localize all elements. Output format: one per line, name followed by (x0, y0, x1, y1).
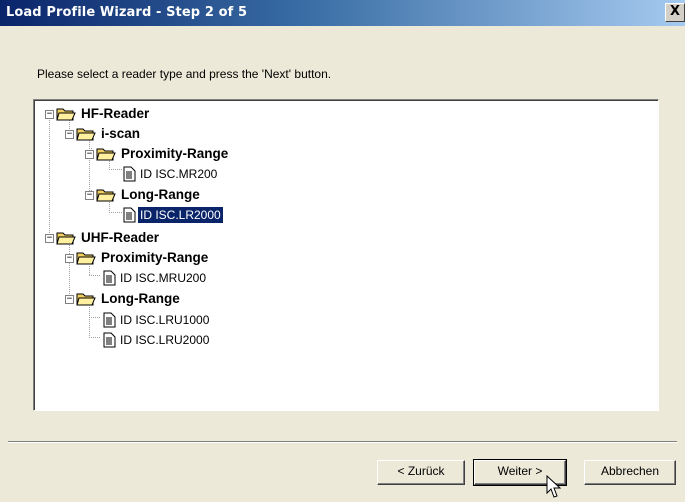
collapse-toggle[interactable]: − (65, 130, 74, 139)
back-button[interactable]: < Zurück (377, 460, 465, 485)
document-icon (103, 332, 116, 348)
tree-node-label-selected: ID ISC.LR2000 (137, 206, 224, 224)
document-icon (103, 312, 116, 328)
document-icon (103, 270, 116, 286)
open-folder-icon (76, 293, 96, 306)
open-folder-icon (76, 252, 96, 265)
open-folder-icon (96, 148, 116, 161)
collapse-toggle[interactable]: − (45, 234, 54, 243)
tree-node-label: ID ISC.LRU2000 (120, 333, 210, 347)
collapse-toggle[interactable]: − (45, 110, 54, 119)
title-bar: Load Profile Wizard - Step 2 of 5 X (0, 0, 685, 26)
open-folder-icon (76, 128, 96, 141)
open-folder-icon (56, 232, 76, 245)
collapse-toggle[interactable]: − (65, 295, 74, 304)
mouse-cursor-icon (546, 475, 562, 498)
reader-tree[interactable]: − HF-Reader − i-scan − Proximity-Range I… (33, 99, 659, 411)
tree-node-label: i-scan (101, 126, 141, 141)
document-icon (123, 207, 136, 223)
close-button[interactable]: X (665, 3, 685, 22)
tree-node-label: ID ISC.MRU200 (120, 271, 207, 285)
collapse-toggle[interactable]: − (85, 191, 94, 200)
cancel-button[interactable]: Abbrechen (584, 460, 676, 485)
collapse-toggle[interactable]: − (85, 150, 94, 159)
window-title: Load Profile Wizard - Step 2 of 5 (6, 5, 248, 20)
instruction-text: Please select a reader type and press th… (37, 67, 332, 81)
tree-node-label: ID ISC.LRU1000 (120, 313, 210, 327)
tree-node-label: ID ISC.MR200 (140, 167, 218, 181)
document-icon (123, 166, 136, 182)
tree-node-label: Proximity-Range (121, 146, 229, 161)
open-folder-icon (96, 189, 116, 202)
tree-node-label: Proximity-Range (101, 250, 209, 265)
footer-separator (8, 441, 677, 443)
open-folder-icon (56, 108, 76, 121)
collapse-toggle[interactable]: − (65, 254, 74, 263)
tree-node-label: UHF-Reader (81, 230, 160, 245)
tree-node-label: Long-Range (101, 291, 180, 306)
tree-node-label: Long-Range (121, 187, 200, 202)
tree-node-label: HF-Reader (81, 106, 150, 121)
